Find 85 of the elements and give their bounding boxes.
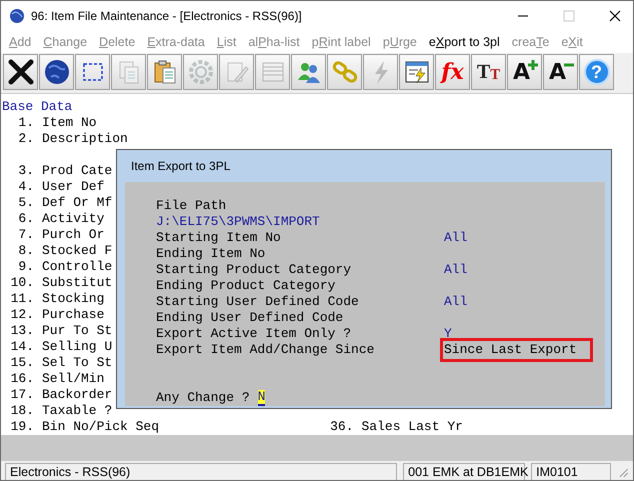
field-label: Substitut: [41, 275, 112, 291]
menu-item[interactable]: eXport to 3pl: [428, 35, 500, 49]
field-label: File Path: [156, 198, 226, 214]
toolbar-font-button[interactable]: TT: [471, 54, 506, 90]
window-title: 96: Item File Maintenance - [Electronics - RSS(96)]: [31, 9, 302, 23]
toolbar-users-button[interactable]: [291, 54, 326, 90]
field-label: Sel To St: [41, 355, 112, 371]
field-label: Bin No/Pick Seq: [41, 419, 160, 435]
field-number: 12.: [10, 307, 34, 323]
toolbar-help-button[interactable]: ?: [579, 54, 614, 90]
field-label: Ending Product Category: [156, 278, 336, 294]
field-label: Description: [41, 131, 128, 147]
maximize-icon: [563, 10, 575, 22]
field-label: Item No: [41, 115, 97, 131]
toolbar-link-button[interactable]: [327, 54, 362, 90]
toolbar-report-button[interactable]: [399, 54, 434, 90]
file-path: J:\ELI75\3PWMS\IMPORT: [156, 214, 320, 230]
field-label: Stocking: [41, 291, 104, 307]
field-number: 4.: [17, 179, 34, 195]
field-number: 3.: [17, 163, 34, 179]
field-number: 8.: [17, 243, 34, 259]
prompt-label: Any Change ?: [156, 390, 250, 406]
section-title: Base Data: [1, 99, 74, 115]
help-icon: ?: [584, 59, 610, 85]
field-label: Ending User Defined Code: [156, 310, 344, 326]
field-number: 17.: [10, 387, 34, 403]
status-field: Electronics - RSS(96): [5, 462, 398, 480]
formula-icon: fx: [441, 59, 464, 85]
field-label: Purchase: [41, 307, 104, 323]
field-number: 18.: [10, 403, 34, 419]
field-number: 19.: [10, 419, 34, 435]
globe-icon: [9, 8, 25, 24]
field-label: Ending Item No: [156, 246, 266, 262]
field-number: 16.: [10, 371, 34, 387]
close-icon[interactable]: [609, 10, 621, 22]
field-label: Prod Cate: [41, 163, 112, 179]
field-label: Starting Product Category: [156, 262, 352, 278]
field-label: Pur To St: [41, 323, 112, 339]
toolbar-close-button[interactable]: [3, 54, 38, 90]
field-label: Taxable ?: [41, 403, 112, 419]
toolbar-globe-button[interactable]: [39, 54, 74, 90]
field-number: 13.: [10, 323, 34, 339]
answer-field[interactable]: N: [258, 390, 266, 406]
resize-grip-icon[interactable]: [617, 466, 630, 478]
field-number: 2.: [17, 131, 34, 147]
field-label: Starting Item No: [156, 230, 282, 246]
field-number: 15.: [10, 355, 34, 371]
settings-icon: [186, 58, 214, 86]
dialog-title: Item Export to 3PL: [130, 158, 232, 175]
field-label: Controlle: [41, 259, 112, 275]
field-label: Purch Or: [41, 227, 104, 243]
field-value: All: [444, 230, 468, 246]
field-number: 9.: [17, 259, 34, 275]
field-label: Activity: [41, 211, 104, 227]
field-number: 7.: [17, 227, 34, 243]
toolbar-paste-button[interactable]: [147, 54, 182, 90]
field-number: 1.: [17, 115, 34, 131]
toolbar-font-smaller-button[interactable]: A: [543, 54, 578, 90]
field-label: Starting User Defined Code: [156, 294, 360, 310]
toolbar-formula-button[interactable]: fx: [435, 54, 470, 90]
field-number: 10.: [10, 275, 34, 291]
field-label: Export Item Add/Change Since: [156, 342, 376, 358]
field-label: Def Or Mf: [41, 195, 112, 211]
field-label: Sell/Min: [41, 371, 104, 387]
field-label: Export Active Item Only ?: [156, 326, 352, 342]
field-label: Sales Last Yr: [360, 419, 463, 435]
field-number: 14.: [10, 339, 34, 355]
field-number: 5.: [17, 195, 34, 211]
status-field: 001 EMK at DB1EMK: [403, 462, 526, 480]
font-size-icon: TT: [476, 60, 500, 84]
field-number: 36.: [329, 419, 354, 435]
field-value: Y: [444, 326, 452, 342]
field-label: Selling U: [41, 339, 112, 355]
field-number: 6.: [17, 211, 34, 227]
field-value: All: [444, 294, 468, 310]
field-number: 11.: [10, 291, 34, 307]
toolbar-select-button[interactable]: [75, 54, 110, 90]
toolbar-font-bigger-button[interactable]: A: [507, 54, 542, 90]
field-label: Backorder: [41, 387, 112, 403]
close-icon: [6, 58, 34, 86]
field-label: User Def: [41, 179, 104, 195]
globe-icon: [42, 58, 70, 86]
field-value: All: [444, 262, 468, 278]
status-field: IM0101: [531, 462, 612, 480]
field-label: Stocked F: [41, 243, 112, 259]
